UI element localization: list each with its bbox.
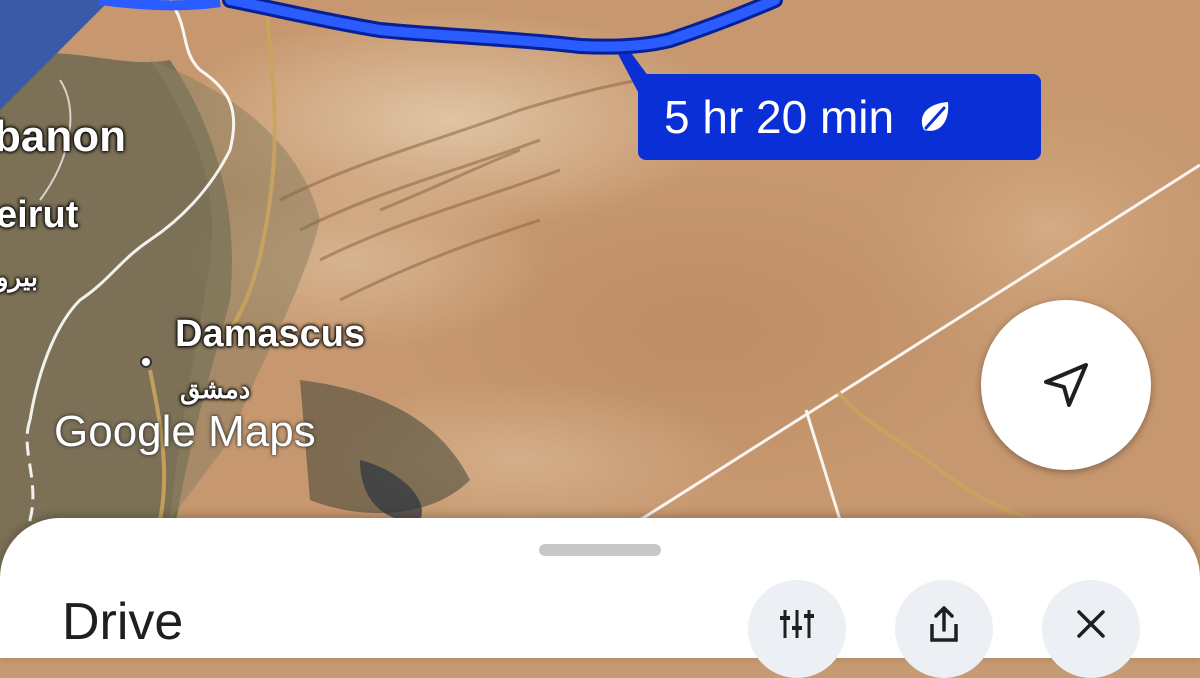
travel-mode-title: Drive — [62, 593, 184, 651]
directions-bottom-sheet[interactable]: Drive — [0, 518, 1200, 678]
route-options-icon — [780, 610, 814, 638]
route-duration-text: 5 hr 20 min — [664, 91, 895, 143]
map-label-damascus-arabic: دمشق — [180, 374, 251, 404]
route-duration-bubble[interactable]: 5 hr 20 min — [638, 74, 1041, 160]
close-icon — [1077, 610, 1105, 638]
navigation-arrow-icon — [1044, 363, 1088, 407]
map-label-lebanon: banon — [0, 112, 126, 161]
my-location-button[interactable] — [981, 300, 1151, 470]
close-button[interactable] — [1042, 580, 1140, 678]
share-icon — [930, 606, 958, 642]
city-marker-damascus — [140, 356, 152, 368]
map-label-beirut: eirut — [0, 194, 79, 236]
google-maps-watermark: Google Maps — [54, 407, 316, 456]
sheet-drag-handle[interactable] — [539, 544, 661, 556]
leaf-icon — [921, 102, 949, 131]
map-label-damascus: Damascus — [175, 313, 366, 355]
route-options-button[interactable] — [748, 580, 846, 678]
map-label-beirut-arabic: بيرو — [0, 262, 38, 292]
share-button[interactable] — [895, 580, 993, 678]
